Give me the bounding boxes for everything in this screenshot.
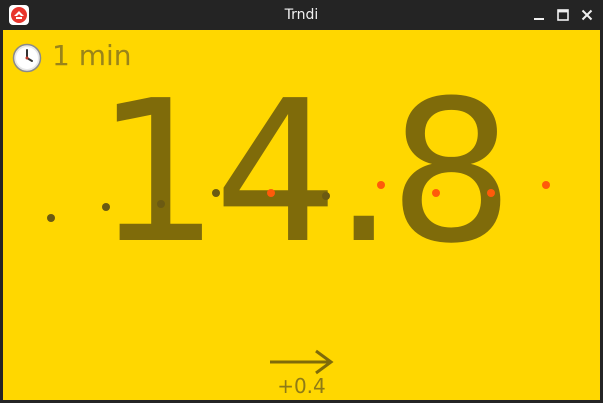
history-dot	[47, 214, 55, 222]
history-dots	[47, 181, 550, 222]
history-dot	[487, 189, 495, 197]
maximize-icon	[557, 9, 569, 21]
history-dot	[157, 200, 165, 208]
history-dot	[267, 189, 275, 197]
maximize-button[interactable]	[555, 7, 571, 23]
minimize-icon	[534, 18, 544, 20]
window-title: Trndi	[284, 7, 319, 23]
history-dot	[432, 189, 440, 197]
close-icon	[581, 9, 593, 21]
history-dot	[377, 181, 385, 189]
history-dot	[212, 189, 220, 197]
title-bar[interactable]: Trndi	[0, 0, 603, 30]
trend-delta: +0.4	[277, 374, 326, 398]
history-dot	[102, 203, 110, 211]
app-window: Trndi 1 min 14.8 +0.4	[0, 0, 603, 403]
close-button[interactable]	[579, 7, 595, 23]
reading-panel: 1 min 14.8 +0.4	[3, 30, 600, 400]
history-dot	[322, 192, 330, 200]
minimize-button[interactable]	[531, 7, 547, 23]
history-dot	[542, 181, 550, 189]
arrow-right-icon	[270, 349, 334, 375]
